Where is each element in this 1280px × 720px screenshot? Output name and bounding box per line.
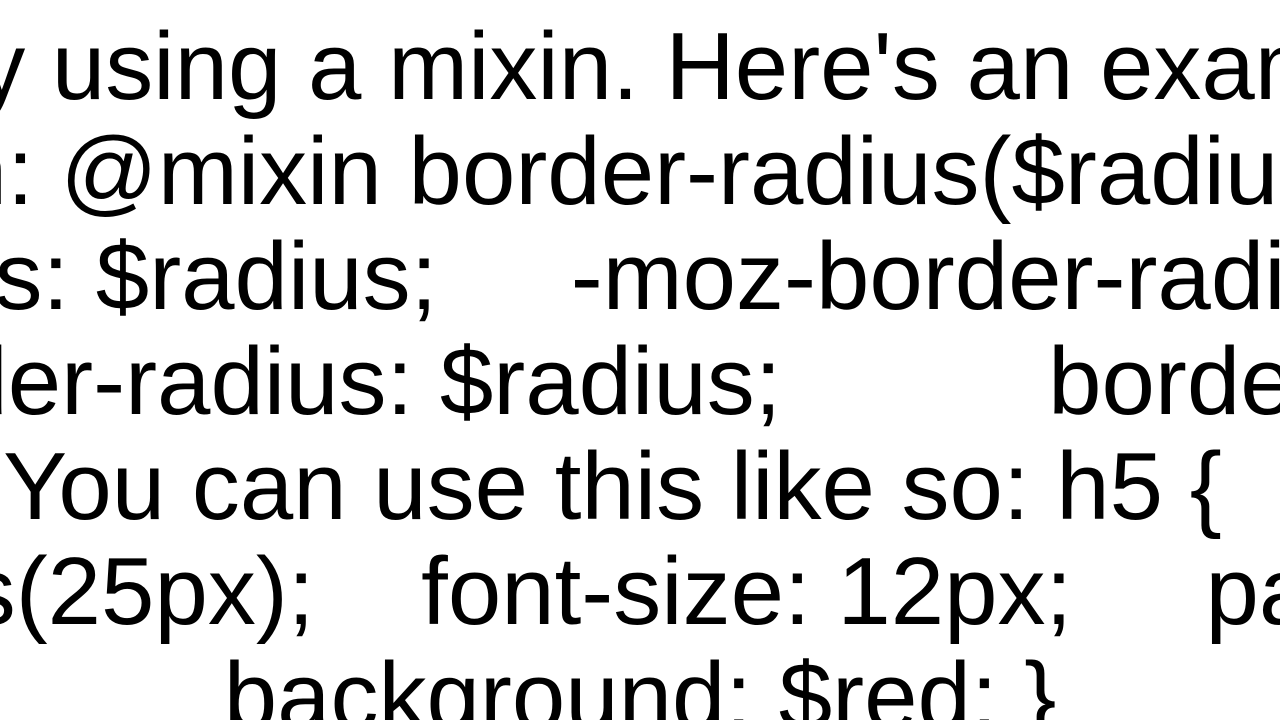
text-viewport: ry using a mixin. Here's an exam n: @mix… [0,0,1280,720]
code-line-6: s(25px); font-size: 12px; pa [0,540,1280,645]
code-line-4: der-radius: $radius; border [0,330,1280,435]
code-line-7: background: $red; } [224,645,1057,720]
code-line-3: us: $radius; -moz-border-radiu [0,225,1280,330]
code-line-1: ry using a mixin. Here's an exam [0,15,1280,120]
code-line-2: n: @mixin border-radius($radius [0,120,1280,225]
code-line-5: You can use this like so: h5 { [0,435,1280,540]
